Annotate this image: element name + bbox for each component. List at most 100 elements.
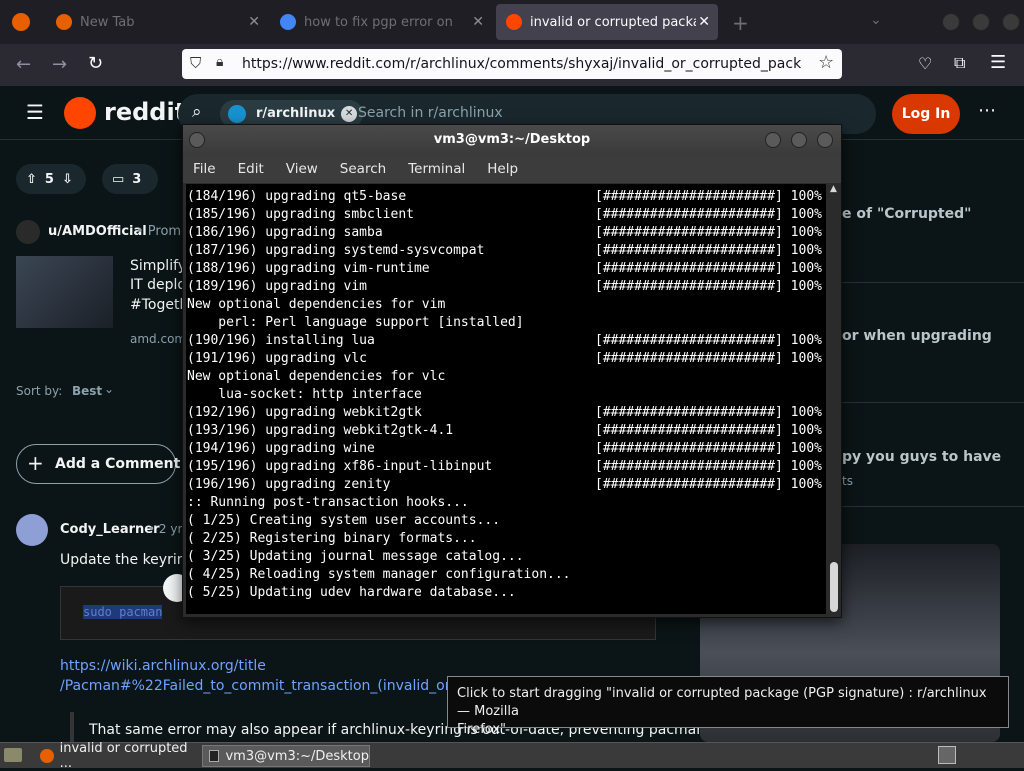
url-text[interactable]: https://www.reddit.com/r/archlinux/comme… [242,56,802,72]
terminal-line: (196/196) upgrading zenity [187,477,391,492]
comments-button[interactable]: ▭ 3 [102,164,158,194]
terminal-line: ( 4/25) Reloading system manager configu… [187,567,571,582]
taskbar-item-terminal[interactable]: vm3@vm3:~/Desktop [202,745,370,767]
terminal-window[interactable]: vm3@vm3:~/Desktop File Edit View Search … [182,124,842,618]
terminal-line: ( 1/25) Creating system user accounts... [187,513,501,528]
reddit-logo-icon[interactable] [64,97,96,129]
ad-image[interactable] [16,256,113,328]
login-button[interactable]: Log In [892,94,960,134]
menu-terminal[interactable]: Terminal [408,161,465,177]
menu-edit[interactable]: Edit [238,161,264,177]
close-window-button[interactable] [1002,13,1020,31]
scroll-up-icon[interactable]: ▲ [830,184,837,194]
close-icon[interactable]: ✕ [698,14,710,30]
show-desktop-icon[interactable] [938,746,956,764]
forward-icon[interactable]: → [52,54,67,75]
ad-line-1[interactable]: Simplify [130,258,186,274]
reload-icon[interactable]: ↻ [88,53,103,74]
terminal-progress: [######################] 100% [595,333,822,348]
reddit-icon [506,14,522,30]
upvote-icon[interactable]: ⇧ [26,172,37,187]
terminal-line: (191/196) upgrading vlc [187,351,368,366]
taskbar: invalid or corrupted ... vm3@vm3:~/Deskt… [0,741,1024,771]
bookmark-star-icon[interactable]: ☆ [818,52,834,73]
terminal-minimize-button[interactable] [765,132,781,148]
sort-dropdown[interactable]: Best [72,384,102,398]
sidebar-post-title[interactable]: or when upgrading [842,328,992,344]
terminal-progress: [######################] 100% [595,405,822,420]
terminal-progress: [######################] 100% [595,459,822,474]
menu-file[interactable]: File [193,161,216,177]
archlinux-icon [228,105,246,123]
terminal-line: lua-socket: http interface [187,387,422,402]
terminal-line: (194/196) upgrading wine [187,441,375,456]
terminal-title-bar[interactable]: vm3@vm3:~/Desktop [183,125,841,155]
tooltip-line-2: Firefox" [457,722,507,737]
terminal-line: New optional dependencies for vim [187,297,446,312]
maximize-window-button[interactable] [972,13,990,31]
scrollbar-thumb[interactable] [830,562,838,612]
terminal-progress: [######################] 100% [595,423,822,438]
terminal-progress: [######################] 100% [595,225,822,240]
ad-username[interactable]: u/AMDOfficial [48,224,147,239]
add-comment-label: Add a Comment [55,456,181,472]
plus-icon: + [27,451,44,475]
commenter-name[interactable]: Cody_Learner [60,522,160,537]
sidebar-post-title[interactable]: py you guys to have [842,449,1001,465]
add-comment-button[interactable]: + Add a Comment [16,444,180,484]
extensions-icon[interactable]: ⧉ [954,53,965,73]
tab-new-tab[interactable]: New Tab ✕ [48,4,268,40]
clear-chip-icon[interactable]: ✕ [341,106,358,122]
drag-tooltip: Click to start dragging "invalid or corr… [447,676,1009,737]
back-icon[interactable]: ← [16,54,31,75]
terminal-line: (184/196) upgrading qt5-base [187,189,407,204]
ad-domain[interactable]: amd.com [130,332,186,346]
lock-icon[interactable]: 🔒︎ [216,54,223,70]
url-bar[interactable]: ⛉ 🔒︎ https://www.reddit.com/r/archlinux/… [182,49,842,79]
terminal-scrollbar[interactable]: ▲ [828,184,840,616]
terminal-line: :: Running post-transaction hooks... [187,495,469,510]
terminal-close-button[interactable] [817,132,833,148]
google-icon [280,14,296,30]
downvote-icon[interactable]: ⇩ [62,172,73,187]
menu-view[interactable]: View [286,161,318,177]
pocket-icon[interactable]: ♡ [918,54,932,73]
ad-line-2[interactable]: IT deplo [130,277,186,293]
chevron-down-icon[interactable]: ⌄ [104,382,114,396]
terminal-menu-button[interactable] [189,132,205,148]
vote-count: 5 [44,171,54,187]
comment-count: 3 [132,171,142,187]
menu-icon[interactable]: ☰ [990,52,1006,73]
tab-list-icon[interactable]: ⌄ [870,12,882,28]
terminal-maximize-button[interactable] [791,132,807,148]
sidebar-post-meta: ts [842,474,853,488]
menu-search[interactable]: Search [340,161,386,177]
minimize-window-button[interactable] [942,13,960,31]
terminal-menu-bar: File Edit View Search Terminal Help [183,155,841,183]
more-options-icon[interactable]: ⋯ [978,100,996,121]
reddit-wordmark[interactable]: reddit [104,98,186,126]
terminal-progress: [######################] 100% [595,243,822,258]
commenter-avatar[interactable] [16,514,48,546]
app-menu-icon[interactable] [4,748,22,762]
menu-help[interactable]: Help [487,161,518,177]
terminal-output[interactable]: (184/196) upgrading qt5-base [###########… [186,184,826,614]
hamburger-icon[interactable]: ☰ [26,100,44,124]
taskbar-item-firefox[interactable]: invalid or corrupted ... [34,741,200,771]
close-icon[interactable]: ✕ [472,14,484,30]
terminal-progress: [######################] 100% [595,351,822,366]
wiki-link-line-1[interactable]: https://wiki.archlinux.org/title [60,658,266,674]
tab-reddit-active[interactable]: invalid or corrupted package ✕ [496,4,718,40]
shield-icon[interactable]: ⛉ [190,54,201,72]
terminal-progress: [######################] 100% [595,441,822,456]
search-placeholder[interactable]: Search in r/archlinux [358,105,503,121]
tab-google-search[interactable]: how to fix pgp error on arch ✕ [272,4,492,40]
vote-pill: ⇧ 5 ⇩ [16,164,86,194]
sidebar-post-title[interactable]: e of "Corrupted" [842,206,971,222]
wiki-link-line-2[interactable]: /Pacman#%22Failed_to_commit_transaction_… [60,678,494,694]
close-icon[interactable]: ✕ [248,14,260,30]
firefox-menu-icon[interactable] [12,13,30,31]
new-tab-icon[interactable]: + [732,11,749,35]
code-snippet: sudo pacman [83,605,163,619]
terminal-line: (186/196) upgrading samba [187,225,383,240]
